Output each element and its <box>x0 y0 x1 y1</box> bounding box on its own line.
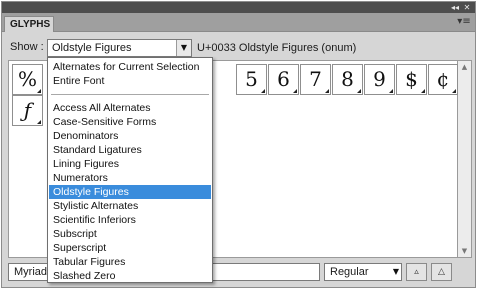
glyph-char: 7 <box>309 67 322 91</box>
close-panel-icon[interactable]: ✕ <box>461 2 473 13</box>
alternates-indicator-icon <box>261 89 265 93</box>
panel-menu-icon[interactable]: ▾≡ <box>457 15 471 29</box>
menu-item[interactable]: Lining Figures <box>49 157 211 171</box>
glyph-char: ¢ <box>436 67 450 91</box>
show-dropdown-menu: Alternates for Current Selection Entire … <box>47 57 213 283</box>
glyph-char: % <box>17 67 37 91</box>
menu-item[interactable]: Superscript <box>49 241 211 255</box>
alternates-indicator-icon <box>37 120 41 124</box>
menu-item[interactable]: Standard Ligatures <box>49 143 211 157</box>
alternates-indicator-icon <box>357 89 361 93</box>
glyph-cell[interactable]: ƒ <box>12 95 43 126</box>
show-label: Show : <box>10 41 44 53</box>
glyph-cell[interactable]: % <box>12 64 43 95</box>
glyph-char: 9 <box>373 67 386 91</box>
panel-title-bar: ◂◂ ✕ <box>2 2 475 13</box>
alternates-indicator-icon <box>421 89 425 93</box>
glyph-cell[interactable]: 7 <box>300 64 331 95</box>
glyph-cell[interactable]: ¢ <box>428 64 458 95</box>
alternates-indicator-icon <box>452 89 456 93</box>
alternates-indicator-icon <box>37 89 41 93</box>
font-family-value: Myriad <box>14 266 48 278</box>
glyph-cell[interactable]: 6 <box>268 64 299 95</box>
alternates-indicator-icon <box>389 89 393 93</box>
glyph-char: $ <box>405 67 418 91</box>
glyph-cell[interactable]: 5 <box>236 64 267 95</box>
alternates-indicator-icon <box>293 89 297 93</box>
glyph-cell[interactable]: 8 <box>332 64 363 95</box>
menu-item[interactable]: Scientific Inferiors <box>49 213 211 227</box>
menu-item[interactable]: Case-Sensitive Forms <box>49 115 211 129</box>
menu-item[interactable]: Numerators <box>49 171 211 185</box>
menu-item[interactable]: Entire Font <box>49 74 211 88</box>
tab-glyphs[interactable]: GLYPHS <box>4 16 54 32</box>
chevron-down-icon[interactable]: ▼ <box>176 40 191 56</box>
glyph-char: 5 <box>245 67 258 91</box>
show-dropdown[interactable]: Oldstyle Figures ▼ <box>47 39 192 57</box>
glyph-unicode-info: U+0033 Oldstyle Figures (onum) <box>197 42 357 54</box>
menu-separator <box>51 94 209 95</box>
zoom-out-button[interactable]: ▵ <box>406 263 427 281</box>
font-style-select[interactable]: Regular ▼ <box>324 263 402 281</box>
glyph-cell[interactable]: 9 <box>364 64 395 95</box>
glyphs-panel: ◂◂ ✕ GLYPHS ▾≡ Show : Oldstyle Figures ▼… <box>1 1 476 288</box>
glyph-grid-scrollbar[interactable]: ▲ ▼ <box>458 60 472 258</box>
glyph-char: 8 <box>341 67 354 91</box>
menu-item[interactable]: Tabular Figures <box>49 255 211 269</box>
menu-item[interactable]: Denominators <box>49 129 211 143</box>
menu-item[interactable]: Subscript <box>49 227 211 241</box>
glyph-char: 6 <box>277 67 290 91</box>
zoom-in-button[interactable]: △ <box>431 263 452 281</box>
menu-item-selected[interactable]: Oldstyle Figures <box>49 185 211 199</box>
alternates-indicator-icon <box>325 89 329 93</box>
glyph-cell[interactable]: $ <box>396 64 427 95</box>
panel-tab-row: GLYPHS ▾≡ <box>2 13 475 32</box>
font-style-value: Regular <box>330 266 369 278</box>
show-dropdown-value: Oldstyle Figures <box>52 42 132 54</box>
menu-item[interactable]: Slashed Zero <box>49 269 211 283</box>
chevron-down-icon[interactable]: ▼ <box>393 264 399 280</box>
scroll-up-icon[interactable]: ▲ <box>458 63 471 71</box>
collapse-panel-icon[interactable]: ◂◂ <box>449 2 461 13</box>
glyph-char: ƒ <box>23 98 32 122</box>
scroll-down-icon[interactable]: ▼ <box>458 247 471 255</box>
menu-item[interactable]: Stylistic Alternates <box>49 199 211 213</box>
show-row: Show : Oldstyle Figures ▼ U+0033 Oldstyl… <box>2 37 475 59</box>
menu-item[interactable]: Alternates for Current Selection <box>49 60 211 74</box>
menu-item[interactable]: Access All Alternates <box>49 101 211 115</box>
